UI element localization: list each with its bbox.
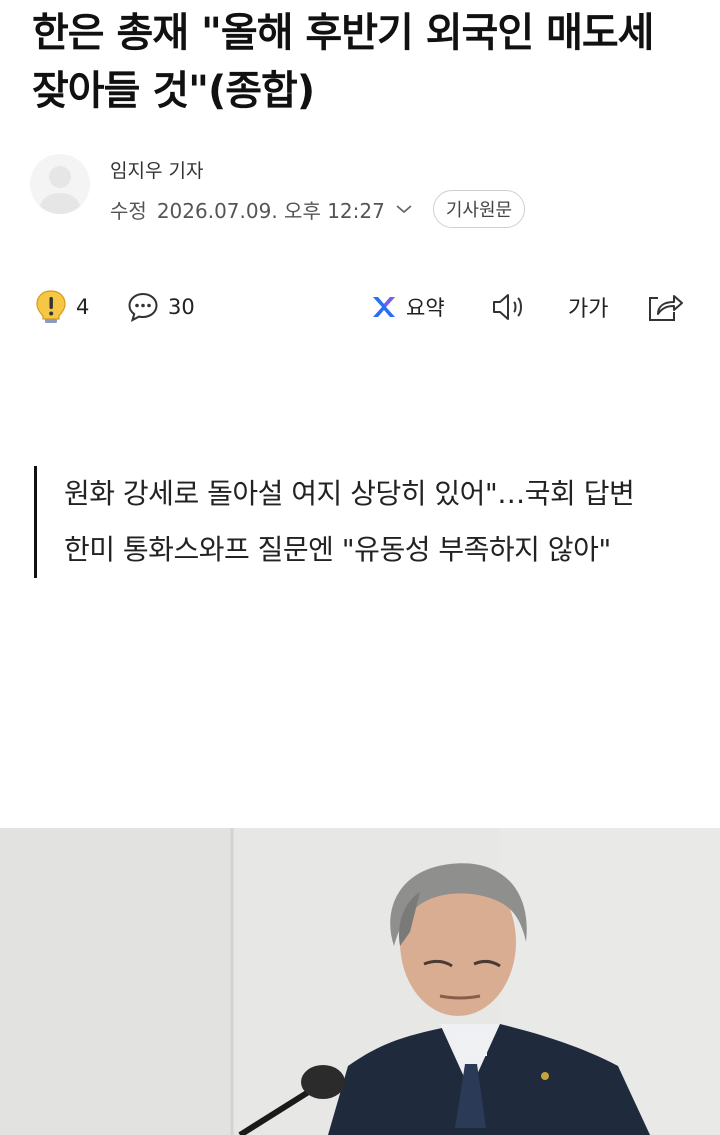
reaction-count: 4: [76, 295, 90, 319]
comment-count: 30: [168, 295, 195, 319]
exclamation-bulb-icon: [34, 288, 68, 326]
article-photo[interactable]: [0, 828, 720, 1135]
reporter-name[interactable]: 임지우 기자: [110, 156, 203, 183]
share-icon: [646, 290, 684, 324]
font-size-button[interactable]: 가가: [568, 285, 608, 329]
timestamp: 2026.07.09. 오후 12:27: [156, 198, 385, 223]
timestamp-label: 수정: [110, 198, 147, 223]
speaker-icon: [490, 290, 530, 324]
speech-bubble-icon: [126, 290, 160, 324]
summary-button[interactable]: 요약: [370, 285, 445, 329]
article-subheads: 원화 강세로 돌아설 여지 상당히 있어"…국회 답변 한미 통화스와프 질문엔…: [34, 466, 704, 578]
timestamp-row: 수정 2026.07.09. 오후 12:27 기사원문: [110, 190, 526, 228]
original-article-button[interactable]: 기사원문: [432, 190, 526, 228]
subhead-1: 원화 강세로 돌아설 여지 상당히 있어"…국회 답변: [64, 477, 635, 510]
ai-summary-icon: [370, 293, 398, 321]
article-title: 한은 총재 "올해 후반기 외국인 매도세 잦아들 것"(종합): [32, 10, 654, 114]
comment-button[interactable]: 30: [126, 285, 195, 329]
subhead-2: 한미 통화스와프 질문엔 "유동성 부족하지 않아": [64, 533, 611, 566]
reaction-button[interactable]: 4: [34, 285, 89, 329]
summary-label: 요약: [406, 296, 445, 320]
action-bar: 4 30 요약 가가: [34, 285, 690, 329]
share-button[interactable]: [646, 285, 684, 329]
tts-button[interactable]: [490, 285, 530, 329]
font-size-icon: 가가: [568, 297, 609, 322]
chevron-down-icon[interactable]: [395, 203, 413, 215]
byline: 임지우 기자 수정 2026.07.09. 오후 12:27 기사원문: [30, 150, 690, 228]
reporter-avatar[interactable]: [30, 154, 90, 214]
